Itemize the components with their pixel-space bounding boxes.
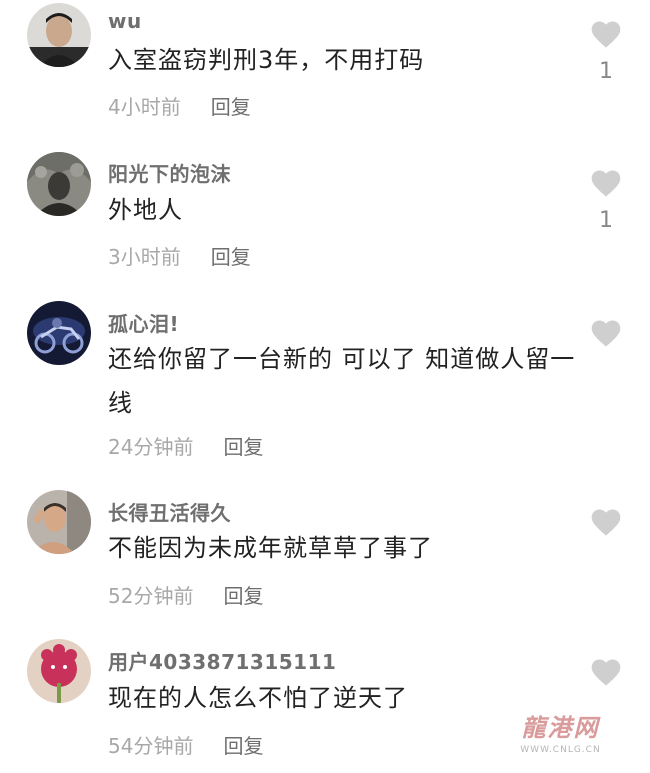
comment-meta: 3小时前 回复 xyxy=(108,241,251,270)
avatar[interactable] xyxy=(27,301,91,365)
reply-button[interactable]: 回复 xyxy=(223,431,263,460)
avatar[interactable] xyxy=(27,152,91,216)
like-count: 1 xyxy=(599,59,613,84)
heart-icon[interactable] xyxy=(589,19,623,49)
like-control xyxy=(586,507,626,573)
comment-text: 现在的人怎么不怕了逆天了 xyxy=(108,684,408,712)
avatar[interactable] xyxy=(27,639,91,703)
comment-text: 入室盗窃判刑3年，不用打码 xyxy=(108,46,425,74)
watermark-url: WWW.CNLG.CN xyxy=(520,745,601,755)
comment-meta: 52分钟前 回复 xyxy=(108,580,263,609)
like-control: 1 xyxy=(586,168,626,234)
comment-text: 还给你留了一台新的 可以了 知道做人留一线 xyxy=(108,345,576,417)
reply-button[interactable]: 回复 xyxy=(223,730,263,759)
username[interactable]: 用户4033871315111 xyxy=(108,646,336,675)
comment-time: 24分钟前 xyxy=(108,435,194,459)
like-count xyxy=(586,358,626,384)
heart-icon[interactable] xyxy=(589,657,623,687)
heart-icon[interactable] xyxy=(589,507,623,537)
like-control xyxy=(586,318,626,384)
reply-button[interactable]: 回复 xyxy=(211,241,251,270)
comment-time: 52分钟前 xyxy=(108,584,194,608)
username[interactable]: 阳光下的泡沫 xyxy=(108,158,231,187)
username[interactable]: 长得丑活得久 xyxy=(108,497,231,526)
heart-icon[interactable] xyxy=(589,318,623,348)
comment-meta: 4小时前 回复 xyxy=(108,91,251,120)
comment-meta: 24分钟前 回复 xyxy=(108,431,263,460)
reply-button[interactable]: 回复 xyxy=(211,91,251,120)
comment-text: 不能因为未成年就草草了事了 xyxy=(108,534,433,562)
avatar[interactable] xyxy=(27,490,91,554)
username[interactable]: 孤心泪! xyxy=(108,308,179,337)
watermark-logo: 龍港网 xyxy=(521,713,600,742)
comment-time: 3小时前 xyxy=(108,245,181,269)
like-count xyxy=(586,547,626,573)
reply-button[interactable]: 回复 xyxy=(223,580,263,609)
username[interactable]: wu xyxy=(108,9,142,33)
like-control: 1 xyxy=(586,19,626,85)
avatar[interactable] xyxy=(27,3,91,67)
like-count: 1 xyxy=(599,208,613,233)
comment-time: 4小时前 xyxy=(108,95,181,119)
comment-time: 54分钟前 xyxy=(108,734,194,758)
comment-text: 外地人 xyxy=(108,196,183,224)
heart-icon[interactable] xyxy=(589,168,623,198)
watermark: 龍港网 WWW.CNLG.CN xyxy=(518,708,603,755)
comment-meta: 54分钟前 回复 xyxy=(108,730,263,759)
